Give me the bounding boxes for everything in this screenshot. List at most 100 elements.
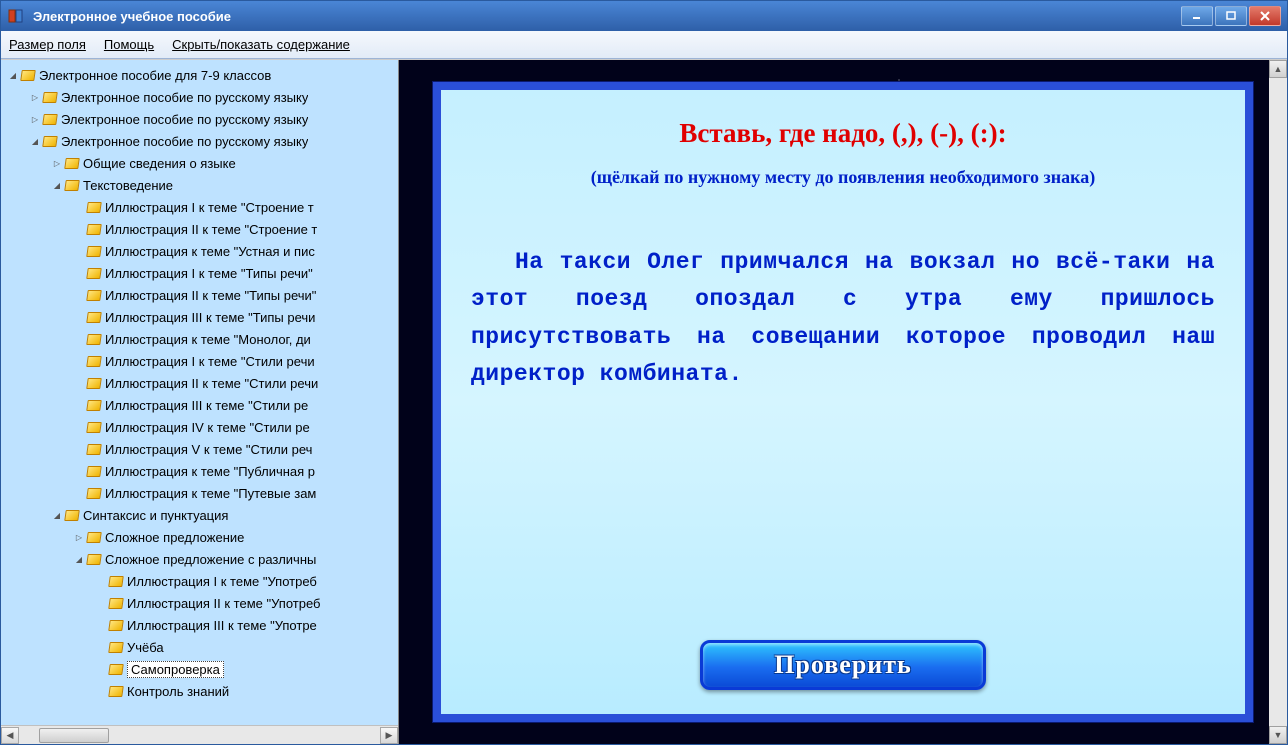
- book-icon: [86, 488, 102, 499]
- book-icon: [86, 224, 102, 235]
- tree-item[interactable]: ◢ Сложное предложение с различны: [1, 548, 398, 570]
- tree-item[interactable]: ◢ Электронное пособие для 7-9 классов: [1, 64, 398, 86]
- tree-label: Иллюстрация I к теме "Употреб: [127, 574, 317, 589]
- tree-label: Электронное пособие по русскому языку: [61, 112, 308, 127]
- tree-item[interactable]: Иллюстрация к теме "Путевые зам: [1, 482, 398, 504]
- tree-label: Учёба: [127, 640, 164, 655]
- book-icon: [86, 268, 102, 279]
- scroll-thumb[interactable]: [39, 728, 109, 743]
- tree-item[interactable]: ▷ Электронное пособие по русскому языку: [1, 86, 398, 108]
- tree-label: Электронное пособие по русскому языку: [61, 90, 308, 105]
- vertical-scrollbar[interactable]: ▲ ▼: [1269, 60, 1287, 744]
- window-title: Электронное учебное пособие: [33, 9, 1181, 24]
- tree-item[interactable]: Иллюстрация к теме "Публичная р: [1, 460, 398, 482]
- book-icon: [86, 378, 102, 389]
- tree-label: Контроль знаний: [127, 684, 229, 699]
- tree-item[interactable]: ▷ Общие сведения о языке: [1, 152, 398, 174]
- check-button[interactable]: Проверить: [700, 640, 986, 690]
- book-icon: [108, 598, 124, 609]
- tree-item[interactable]: Контроль знаний: [1, 680, 398, 702]
- tree-label: Иллюстрация III к теме "Типы речи: [105, 310, 315, 325]
- tree-item[interactable]: ◢Текстоведение: [1, 174, 398, 196]
- tree-view[interactable]: ◢ Электронное пособие для 7-9 классов ▷ Эле…: [1, 60, 398, 725]
- expand-icon[interactable]: ▷: [73, 531, 85, 543]
- menu-toggle-toc[interactable]: Скрыть/показать содержание: [172, 37, 350, 52]
- minimize-button[interactable]: [1181, 6, 1213, 26]
- tree-item[interactable]: Иллюстрация II к теме "Строение т: [1, 218, 398, 240]
- book-icon: [108, 620, 124, 631]
- tree-item[interactable]: Учёба: [1, 636, 398, 658]
- maximize-button[interactable]: [1215, 6, 1247, 26]
- book-icon: [86, 356, 102, 367]
- book-icon: [20, 70, 36, 81]
- tree-item[interactable]: ◢Синтаксис и пунктуация: [1, 504, 398, 526]
- menu-help[interactable]: Помощь: [104, 37, 154, 52]
- tree-item[interactable]: Иллюстрация I к теме "Строение т: [1, 196, 398, 218]
- tree-item[interactable]: Самопроверка: [1, 658, 398, 680]
- app-window: Электронное учебное пособие Размер поля …: [0, 0, 1288, 745]
- collapse-icon[interactable]: ◢: [51, 179, 63, 191]
- book-icon: [42, 136, 58, 147]
- main-panel: Вставь, где надо, (,), (-), (:): (щёлкай…: [399, 60, 1287, 744]
- book-icon: [86, 422, 102, 433]
- tree-item[interactable]: Иллюстрация к теме "Устная и пис: [1, 240, 398, 262]
- close-button[interactable]: [1249, 6, 1281, 26]
- tree-label: Общие сведения о языке: [83, 156, 236, 171]
- menu-field-size[interactable]: Размер поля: [9, 37, 86, 52]
- tree-item[interactable]: Иллюстрация II к теме "Употреб: [1, 592, 398, 614]
- book-icon: [64, 158, 80, 169]
- book-icon: [64, 510, 80, 521]
- expand-icon[interactable]: ▷: [29, 91, 41, 103]
- tree-item[interactable]: Иллюстрация II к теме "Стили речи: [1, 372, 398, 394]
- tree-item[interactable]: ▷ Сложное предложение: [1, 526, 398, 548]
- tree-item[interactable]: Иллюстрация III к теме "Употре: [1, 614, 398, 636]
- book-icon: [108, 686, 124, 697]
- tree-item[interactable]: Иллюстрация V к теме "Стили реч: [1, 438, 398, 460]
- tree-label: Иллюстрация I к теме "Строение т: [105, 200, 314, 215]
- tree-label: Электронное пособие по русскому языку: [61, 134, 308, 149]
- tree-label: Иллюстрация к теме "Публичная р: [105, 464, 315, 479]
- tree-item[interactable]: Иллюстрация I к теме "Типы речи": [1, 262, 398, 284]
- scroll-right-button[interactable]: ▶: [380, 727, 398, 744]
- collapse-icon[interactable]: ◢: [29, 135, 41, 147]
- scroll-left-button[interactable]: ◀: [1, 727, 19, 744]
- tree-label: Иллюстрация III к теме "Употре: [127, 618, 317, 633]
- tree-item[interactable]: Иллюстрация IV к теме "Стили ре: [1, 416, 398, 438]
- tree-label: Иллюстрация к теме "Путевые зам: [105, 486, 316, 501]
- scroll-up-button[interactable]: ▲: [1269, 60, 1287, 78]
- tree-item[interactable]: ▷ Электронное пособие по русскому языку: [1, 108, 398, 130]
- tree-label: Иллюстрация II к теме "Употреб: [127, 596, 320, 611]
- vscroll-track[interactable]: [1269, 78, 1287, 726]
- tree-item[interactable]: Иллюстрация III к теме "Стили ре: [1, 394, 398, 416]
- tree-label: Сложное предложение с различны: [105, 552, 316, 567]
- collapse-icon[interactable]: ◢: [73, 553, 85, 565]
- tree-item[interactable]: ◢ Электронное пособие по русскому языку: [1, 130, 398, 152]
- tree-label: Электронное пособие для 7-9 классов: [39, 68, 271, 83]
- tree-item[interactable]: Иллюстрация III к теме "Типы речи: [1, 306, 398, 328]
- book-icon: [64, 180, 80, 191]
- sidebar: ◢ Электронное пособие для 7-9 классов ▷ Эле…: [1, 60, 399, 744]
- book-icon: [86, 466, 102, 477]
- scroll-track[interactable]: [19, 727, 380, 744]
- slide-frame: Вставь, где надо, (,), (-), (:): (щёлкай…: [433, 82, 1253, 722]
- collapse-icon[interactable]: ◢: [51, 509, 63, 521]
- scroll-down-button[interactable]: ▼: [1269, 726, 1287, 744]
- tree-item[interactable]: Иллюстрация к теме "Монолог, ди: [1, 328, 398, 350]
- tree-item[interactable]: Иллюстрация II к теме "Типы речи": [1, 284, 398, 306]
- book-icon: [42, 92, 58, 103]
- horizontal-scrollbar[interactable]: ◀ ▶: [1, 725, 398, 744]
- tree-label: Иллюстрация III к теме "Стили ре: [105, 398, 308, 413]
- collapse-icon[interactable]: ◢: [7, 69, 19, 81]
- expand-icon[interactable]: ▷: [29, 113, 41, 125]
- slide-title: Вставь, где надо, (,), (-), (:):: [679, 118, 1006, 149]
- tree-label: Сложное предложение: [105, 530, 244, 545]
- book-icon: [86, 202, 102, 213]
- exercise-text[interactable]: На такси Олег примчался на вокзал но всё…: [471, 244, 1215, 393]
- expand-icon[interactable]: ▷: [51, 157, 63, 169]
- book-icon: [86, 400, 102, 411]
- tree-label: Иллюстрация II к теме "Стили речи: [105, 376, 318, 391]
- tree-item[interactable]: Иллюстрация I к теме "Употреб: [1, 570, 398, 592]
- book-icon: [42, 114, 58, 125]
- tree-item[interactable]: Иллюстрация I к теме "Стили речи: [1, 350, 398, 372]
- slide-subtitle: (щёлкай по нужному месту до появления не…: [591, 167, 1095, 188]
